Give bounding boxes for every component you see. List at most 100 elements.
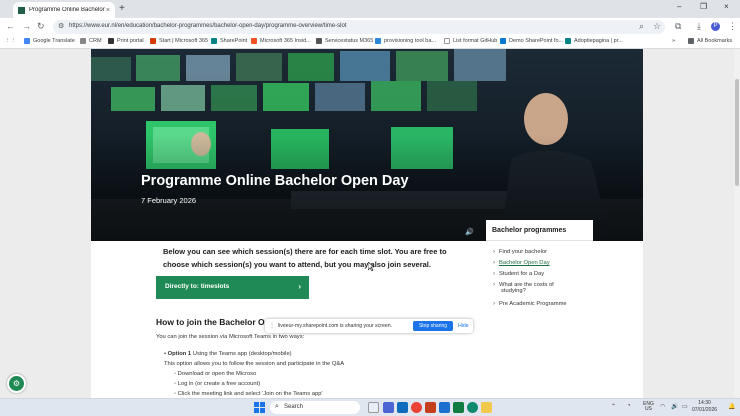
bookmark-favicon-icon <box>80 38 86 44</box>
mouse-cursor-icon <box>368 262 374 271</box>
event-date: 7 February 2026 <box>141 196 197 205</box>
bookmark-item[interactable]: provisioning tool ba... <box>375 38 436 44</box>
copilot-icon[interactable] <box>368 402 379 413</box>
chrome-icon[interactable] <box>411 402 422 413</box>
bookmarks-bar: ⋮⋮ Google Translate CRM Print portal Sta… <box>0 36 740 49</box>
apps-grid-icon[interactable]: ⋮⋮ <box>5 38 16 44</box>
bookmark-favicon-icon <box>150 38 156 44</box>
system-tray-chevron-icon[interactable]: ⌃ <box>611 403 616 410</box>
new-tab-button[interactable]: + <box>119 3 125 14</box>
cookie-settings-button[interactable]: ⚙ <box>7 374 26 393</box>
clock-date: 07/01/2026 <box>692 407 718 413</box>
wifi-icon[interactable]: ◠ <box>660 403 665 410</box>
bookmark-item[interactable]: Print portal <box>108 38 144 44</box>
excel-icon[interactable] <box>453 402 464 413</box>
bookmark-item[interactable]: Start | Microsoft 365 <box>150 38 208 44</box>
sidebar-item-find-your-bachelor[interactable]: › Find your bachelor <box>493 249 547 255</box>
bookmark-favicon-icon <box>565 38 571 44</box>
sharing-message: liveeur-my.sharepoint.com is sharing you… <box>278 323 393 329</box>
minimize-button[interactable]: – <box>677 2 681 11</box>
search-icon[interactable]: ⌕ <box>639 21 644 32</box>
browser-tab[interactable]: Programme Online Bachelor Op × <box>13 2 115 18</box>
list-item: ◦ Log in (or create a free account) <box>174 381 261 387</box>
menu-icon[interactable]: ⋮ <box>728 21 737 32</box>
restore-button[interactable]: ❐ <box>700 2 707 11</box>
option-1-label: Option 1 <box>167 351 192 357</box>
reload-icon[interactable]: ↻ <box>37 21 45 32</box>
bookmark-item[interactable]: Demo SharePoint fo... <box>500 38 563 44</box>
taskbar-clock[interactable]: 14:30 07/01/2026 <box>692 400 717 414</box>
page-viewport: Programme Online Bachelor Open Day 7 Feb… <box>0 49 740 398</box>
button-label: Directly to: timeslots <box>165 283 230 290</box>
site-info-icon[interactable]: ⚙ <box>58 22 64 30</box>
option-1-description: This option allows you to follow the ses… <box>164 361 345 367</box>
sidebar-item-pre-academic-programme[interactable]: › Pre Academic Programme <box>493 301 567 307</box>
network-icon[interactable]: ◔ <box>627 403 631 409</box>
address-bar[interactable]: ⚙ https://www.eur.nl/en/education/bachel… <box>53 20 665 34</box>
scrollbar-thumb[interactable] <box>735 79 739 186</box>
back-icon[interactable]: ← <box>6 21 15 31</box>
bookmark-favicon-icon <box>211 38 217 44</box>
tab-title: Programme Online Bachelor Op <box>29 7 106 13</box>
teams-icon[interactable] <box>383 402 394 413</box>
bookmark-favicon-icon <box>316 38 322 44</box>
intro-text: Below you can see which session(s) there… <box>163 247 447 269</box>
list-item: ◦ Click the meeting link and select 'Joi… <box>174 391 323 397</box>
tab-close-icon[interactable]: × <box>106 7 110 14</box>
url-text: https://www.eur.nl/en/education/bachelor… <box>69 23 347 29</box>
search-icon: ⌕ <box>275 403 279 410</box>
outlook-icon[interactable] <box>397 402 408 413</box>
all-bookmarks-button[interactable]: All Bookmarks <box>688 38 732 44</box>
chevron-right-icon: › <box>493 260 495 266</box>
sidebar-title: Bachelor programmes <box>486 220 593 241</box>
file-explorer-icon[interactable] <box>481 402 492 413</box>
chevron-right-icon: › <box>493 301 495 307</box>
downloads-icon[interactable]: ⤓ <box>697 21 701 32</box>
sidebar-item-costs-of-studying[interactable]: › What are the costs of studying? <box>493 282 554 294</box>
powerpoint-icon[interactable] <box>425 402 436 413</box>
hero-photo <box>91 49 643 241</box>
bookmark-item[interactable]: List format GitHub <box>444 38 497 44</box>
screen-sharing-bar: ⋮ liveeur-my.sharepoint.com is sharing y… <box>265 319 473 333</box>
bookmark-star-icon[interactable]: ☆ <box>653 21 661 32</box>
page-title: Programme Online Bachelor Open Day <box>141 173 409 189</box>
bookmark-item[interactable]: SharePoint <box>211 38 247 44</box>
forward-icon[interactable]: → <box>22 21 31 31</box>
bookmark-item[interactable]: Servicestatus M365 <box>316 38 373 44</box>
edge-icon[interactable] <box>467 402 478 413</box>
speaker-icon[interactable]: 🔊 <box>465 228 474 236</box>
close-window-button[interactable]: × <box>724 2 729 11</box>
volume-icon[interactable]: 🔊 <box>671 403 678 410</box>
folder-icon <box>688 38 694 44</box>
chevron-right-icon: › <box>298 282 301 291</box>
sidebar-item-student-for-a-day[interactable]: › Student for a Day <box>493 271 544 277</box>
input-language[interactable]: ENG US <box>643 402 654 412</box>
more-bookmarks-button[interactable]: » <box>672 38 675 44</box>
sidebar-item-bachelor-open-day[interactable]: › Bachelor Open Day <box>493 260 550 266</box>
drag-handle-icon[interactable]: ⋮ <box>269 322 275 329</box>
browser-tab-strip: Programme Online Bachelor Op × + – ❐ × <box>0 0 740 18</box>
stop-sharing-button[interactable]: Stop sharing <box>413 321 453 331</box>
notifications-icon[interactable]: 🔔 <box>728 403 735 410</box>
bookmark-item[interactable]: CRM <box>80 38 102 44</box>
page-scrollbar[interactable] <box>734 49 740 398</box>
chevron-right-icon: › <box>493 271 495 277</box>
word-icon[interactable] <box>439 402 450 413</box>
start-icon[interactable] <box>254 402 265 413</box>
option-1-text: Using the Teams app (desktop/mobile) <box>192 351 292 357</box>
battery-icon[interactable]: ▭ <box>682 403 688 410</box>
hide-button[interactable]: Hide <box>458 323 469 329</box>
extensions-icon[interactable]: ⧉ <box>675 21 681 32</box>
hero-banner: Programme Online Bachelor Open Day 7 Feb… <box>91 49 643 241</box>
bookmark-favicon-icon <box>251 38 257 44</box>
bookmark-item[interactable]: Adoptiepagina | pr... <box>565 38 623 44</box>
bookmark-item[interactable]: Microsoft 365 Insid... <box>251 38 311 44</box>
taskbar-search[interactable]: ⌕ Search <box>270 401 360 414</box>
bookmark-favicon-icon <box>500 38 506 44</box>
clock-time: 14:30 <box>698 400 711 406</box>
bookmark-item[interactable]: Google Translate <box>24 38 75 44</box>
chevron-right-icon: › <box>493 249 495 255</box>
site-favicon-icon <box>18 6 25 14</box>
directly-to-timeslots-button[interactable]: Directly to: timeslots › <box>156 276 309 299</box>
profile-avatar[interactable]: P <box>711 22 720 31</box>
